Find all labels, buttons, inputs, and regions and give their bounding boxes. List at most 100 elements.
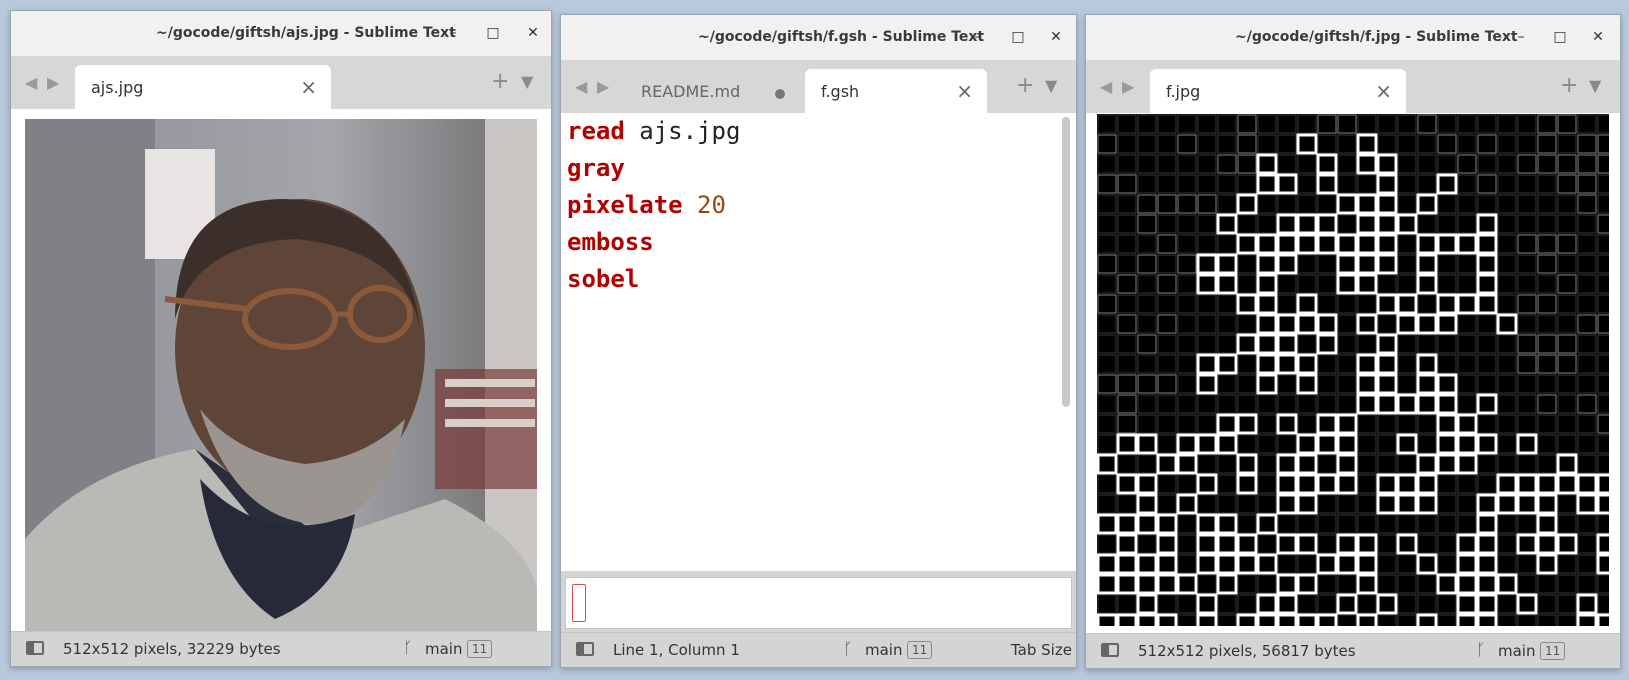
edge-cell xyxy=(1437,614,1457,626)
input-field[interactable] xyxy=(565,577,1072,629)
edge-cell xyxy=(1456,533,1478,555)
edge-cell xyxy=(1137,394,1157,414)
edge-cell xyxy=(1097,134,1117,154)
sobel-edge-image xyxy=(1097,114,1609,626)
edge-cell xyxy=(1376,173,1398,195)
plus-icon[interactable]: + xyxy=(1016,73,1034,98)
edge-cell xyxy=(1597,454,1609,474)
edge-cell xyxy=(1296,313,1318,335)
edge-cell xyxy=(1097,534,1117,554)
edge-cell xyxy=(1197,154,1217,174)
close-icon[interactable]: ✕ xyxy=(1046,27,1066,47)
tab-readme-md[interactable]: README.md xyxy=(625,69,801,113)
edge-cell xyxy=(1097,613,1118,626)
edge-cell xyxy=(1557,294,1577,314)
edge-cell xyxy=(1097,513,1118,535)
close-icon[interactable]: × xyxy=(956,79,973,103)
edge-cell xyxy=(1117,294,1137,314)
close-icon[interactable]: ✕ xyxy=(1588,27,1608,47)
edge-cell xyxy=(1216,573,1238,595)
edge-cell xyxy=(1376,193,1398,215)
close-icon[interactable]: × xyxy=(1375,79,1392,103)
edge-cell xyxy=(1116,613,1138,626)
edge-cell xyxy=(1517,554,1537,574)
maximize-icon[interactable]: □ xyxy=(1008,27,1028,47)
edge-cell xyxy=(1517,414,1537,434)
title-bar[interactable]: ~/gocode/giftsh/f.gsh - Sublime Text – □… xyxy=(561,15,1076,61)
sidebar-toggle-icon[interactable] xyxy=(576,642,594,656)
plus-icon[interactable]: + xyxy=(1560,73,1578,98)
edge-cell xyxy=(1577,534,1597,554)
edge-cell xyxy=(1136,493,1158,515)
edge-cell xyxy=(1577,314,1597,334)
edge-cell xyxy=(1457,214,1477,234)
edge-cell xyxy=(1577,354,1597,374)
chevron-down-icon[interactable]: ▼ xyxy=(1045,76,1057,95)
edge-cell xyxy=(1356,193,1378,215)
branch-name[interactable]: main xyxy=(1498,642,1535,660)
back-arrow-icon[interactable]: ◀ xyxy=(1100,77,1112,96)
code-text[interactable]: read ajs.jpg gray pixelate 20 emboss sob… xyxy=(567,113,740,298)
edge-cell xyxy=(1497,614,1517,626)
edge-cell xyxy=(1176,573,1198,595)
sidebar-toggle-icon[interactable] xyxy=(26,641,44,655)
forward-arrow-icon[interactable]: ▶ xyxy=(597,77,609,96)
edge-cell xyxy=(1236,613,1258,626)
tab-ajs-jpg[interactable]: ajs.jpg × xyxy=(75,65,331,109)
minimize-icon[interactable]: – xyxy=(1511,27,1531,47)
chevron-down-icon[interactable]: ▼ xyxy=(1589,76,1601,95)
edge-cell xyxy=(1356,133,1378,155)
window-title: ~/gocode/giftsh/ajs.jpg - Sublime Text xyxy=(156,25,456,41)
title-bar[interactable]: ~/gocode/giftsh/ajs.jpg - Sublime Text –… xyxy=(11,11,551,57)
code-line: pixelate 20 xyxy=(567,191,726,219)
plus-icon[interactable]: + xyxy=(491,69,509,94)
edge-cell xyxy=(1496,473,1518,495)
edge-cell xyxy=(1276,233,1298,255)
edge-cell xyxy=(1217,394,1237,414)
edge-cell xyxy=(1316,553,1338,575)
minimize-icon[interactable]: – xyxy=(443,23,463,43)
code-editor[interactable]: read ajs.jpg gray pixelate 20 emboss sob… xyxy=(561,113,1076,573)
edge-cell xyxy=(1516,593,1538,615)
edge-cell xyxy=(1336,593,1358,615)
tab-f-jpg[interactable]: f.jpg × xyxy=(1150,69,1406,113)
maximize-icon[interactable]: □ xyxy=(1550,27,1570,47)
edge-cell xyxy=(1317,574,1337,594)
git-branch-icon[interactable]: ᚴ xyxy=(1476,640,1486,659)
edge-cell xyxy=(1337,314,1357,334)
edge-cell xyxy=(1577,374,1597,394)
edge-cell xyxy=(1316,473,1338,495)
tab-size-control[interactable]: Tab Size xyxy=(1011,641,1072,659)
edge-cell xyxy=(1136,593,1158,615)
minimize-icon[interactable]: – xyxy=(968,27,988,47)
maximize-icon[interactable]: □ xyxy=(483,23,503,43)
git-branch-icon[interactable]: ᚴ xyxy=(403,638,413,657)
edge-cell xyxy=(1357,454,1377,474)
edge-cell xyxy=(1256,173,1278,195)
branch-name[interactable]: main xyxy=(865,641,902,659)
edge-cell xyxy=(1256,593,1278,615)
title-bar[interactable]: ~/gocode/giftsh/f.jpg - Sublime Text – □… xyxy=(1086,15,1620,61)
vertical-scrollbar[interactable] xyxy=(1062,117,1070,407)
close-icon[interactable]: × xyxy=(300,75,317,99)
edge-cell xyxy=(1097,294,1117,314)
cursor-position[interactable]: Line 1, Column 1 xyxy=(613,641,740,659)
edge-cell xyxy=(1517,274,1537,294)
edge-cell xyxy=(1276,333,1298,355)
close-icon[interactable]: ✕ xyxy=(523,23,543,43)
edge-cell xyxy=(1297,554,1317,574)
edge-cell xyxy=(1217,454,1237,474)
sidebar-toggle-icon[interactable] xyxy=(1101,643,1119,657)
chevron-down-icon[interactable]: ▼ xyxy=(521,72,533,91)
edge-cell xyxy=(1237,254,1257,274)
back-arrow-icon[interactable]: ◀ xyxy=(575,77,587,96)
edge-cell xyxy=(1137,374,1157,394)
git-branch-icon[interactable]: ᚴ xyxy=(843,639,853,658)
edge-cell xyxy=(1417,414,1437,434)
forward-arrow-icon[interactable]: ▶ xyxy=(1122,77,1134,96)
tab-f-gsh[interactable]: f.gsh × xyxy=(805,69,987,113)
edge-cell xyxy=(1217,114,1237,134)
back-arrow-icon[interactable]: ◀ xyxy=(25,73,37,92)
branch-name[interactable]: main xyxy=(425,640,462,658)
forward-arrow-icon[interactable]: ▶ xyxy=(47,73,59,92)
